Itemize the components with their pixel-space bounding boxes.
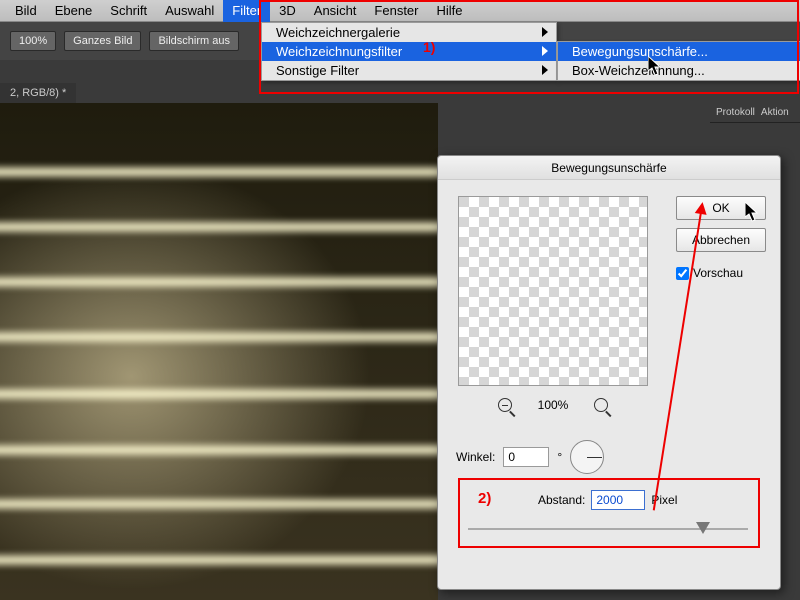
dialog-title: Bewegungsunschärfe <box>438 156 780 180</box>
blur-submenu[interactable]: Bewegungsunschärfe... Box-Weichzeichnung… <box>557 41 800 81</box>
menu-3d[interactable]: 3D <box>270 0 305 22</box>
motion-blur-dialog: Bewegungsunschärfe 100% OK Abbrechen Vor… <box>437 155 781 590</box>
zoom-controls: 100% <box>458 394 648 416</box>
cancel-button[interactable]: Abbrechen <box>676 228 766 252</box>
preview-area[interactable] <box>458 196 648 386</box>
dd-label: Weichzeichnungsfilter <box>276 44 402 59</box>
distance-slider[interactable] <box>468 520 748 538</box>
light-streak <box>0 218 438 236</box>
menu-ansicht[interactable]: Ansicht <box>305 0 366 22</box>
preview-checkbox-row[interactable]: Vorschau <box>676 266 766 280</box>
submenu-arrow-icon <box>542 65 548 75</box>
menu-schrift[interactable]: Schrift <box>101 0 156 22</box>
menu-filter[interactable]: Filter <box>223 0 270 22</box>
preview-checkbox-label: Vorschau <box>693 266 743 280</box>
angle-row: Winkel: ° <box>456 440 604 474</box>
light-streak <box>0 163 438 181</box>
menu-auswahl[interactable]: Auswahl <box>156 0 223 22</box>
preview-checkbox[interactable] <box>676 267 689 280</box>
dialog-buttons: OK Abbrechen Vorschau <box>676 196 766 280</box>
distance-input[interactable] <box>591 490 645 510</box>
distance-row: Abstand: Pixel <box>538 490 677 510</box>
light-streak <box>0 495 438 513</box>
distance-label: Abstand: <box>538 493 585 507</box>
dd-box-weichzeichnung[interactable]: Box-Weichzeichnung... <box>558 61 800 80</box>
menu-fenster[interactable]: Fenster <box>365 0 427 22</box>
angle-label: Winkel: <box>456 450 495 464</box>
zoom-out-icon[interactable] <box>498 398 512 412</box>
fit-button[interactable]: Ganzes Bild <box>64 31 141 51</box>
annotation-step-2: 2) <box>478 490 491 507</box>
panel-tab-protokoll[interactable]: Protokoll <box>716 107 755 118</box>
document-tab[interactable]: 2, RGB/8) * <box>0 83 76 103</box>
ok-button[interactable]: OK <box>676 196 766 220</box>
zoom-in-icon[interactable] <box>594 398 608 412</box>
menubar: Bild Ebene Schrift Auswahl Filter 3D Ans… <box>0 0 800 22</box>
light-streak <box>0 328 438 346</box>
zoom-level[interactable]: 100% <box>10 31 56 51</box>
dd-weichzeichnergalerie[interactable]: Weichzeichnergalerie <box>262 23 556 42</box>
right-panel-tabs: Protokoll Aktion <box>710 103 800 123</box>
zoom-value: 100% <box>538 398 569 412</box>
dd-label: Bewegungsunschärfe... <box>572 44 708 59</box>
annotation-step-1: 1) <box>423 39 435 55</box>
canvas-area[interactable] <box>0 103 438 600</box>
dd-sonstige-filter[interactable]: Sonstige Filter <box>262 61 556 80</box>
angle-dial[interactable] <box>570 440 604 474</box>
dd-bewegungsunschaerfe[interactable]: Bewegungsunschärfe... <box>558 42 800 61</box>
distance-unit: Pixel <box>651 493 677 507</box>
submenu-arrow-icon <box>542 27 548 37</box>
menu-hilfe[interactable]: Hilfe <box>428 0 472 22</box>
filter-dropdown[interactable]: Weichzeichnergalerie Weichzeichnungsfilt… <box>261 22 557 81</box>
light-streak <box>0 385 438 403</box>
dd-label: Box-Weichzeichnung... <box>572 63 705 78</box>
light-streak <box>0 273 438 291</box>
dd-label: Sonstige Filter <box>276 63 359 78</box>
dd-label: Weichzeichnergalerie <box>276 25 400 40</box>
light-streak <box>0 551 438 569</box>
submenu-arrow-icon <box>542 46 548 56</box>
panel-tab-aktion[interactable]: Aktion <box>761 107 789 118</box>
dd-weichzeichnungsfilter[interactable]: Weichzeichnungsfilter <box>262 42 556 61</box>
light-streak <box>0 441 438 459</box>
slider-thumb[interactable] <box>696 522 710 534</box>
menu-ebene[interactable]: Ebene <box>46 0 102 22</box>
angle-degree: ° <box>557 450 562 464</box>
screen-button[interactable]: Bildschirm aus <box>149 31 239 51</box>
menu-bild[interactable]: Bild <box>6 0 46 22</box>
angle-input[interactable] <box>503 447 549 467</box>
